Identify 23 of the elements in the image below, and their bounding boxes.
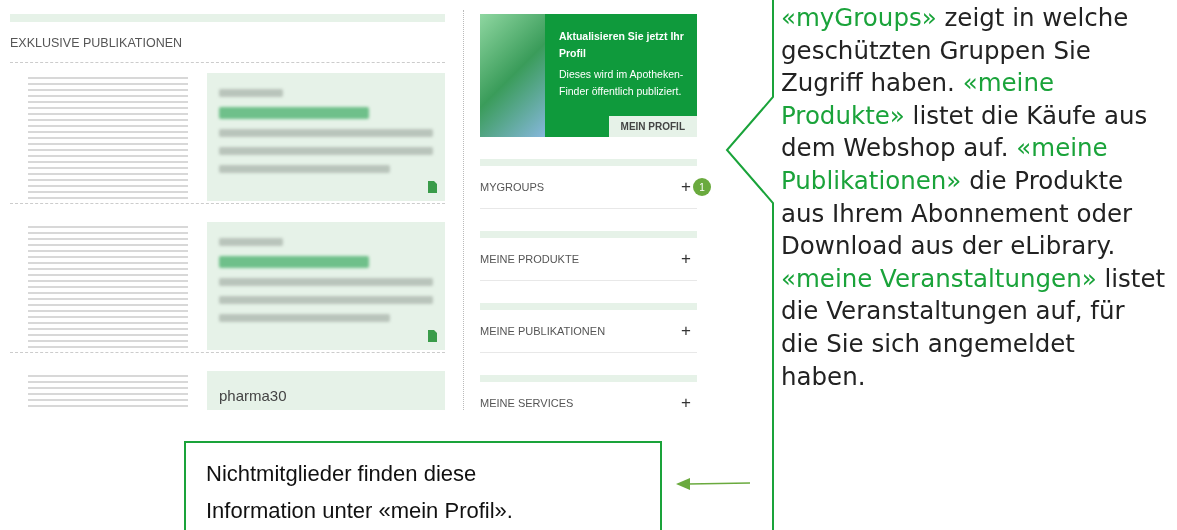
accordion-label[interactable]: MEINE SERVICES [480, 397, 682, 409]
count-badge: 1 [693, 178, 711, 196]
accordion-label[interactable]: MEINE PRODUKTE [480, 253, 682, 265]
blurred-label [219, 238, 284, 246]
accordion-label[interactable]: MYGROUPS [480, 181, 682, 193]
document-icon [428, 181, 437, 193]
promo-text: Dieses wird im Apotheken-Finder öffentlich publiziert. [559, 67, 685, 99]
section-title: EXKLUSIVE PUBLIKATIONEN [10, 36, 184, 50]
blurred-label [219, 89, 284, 97]
expand-toggle[interactable]: + [681, 177, 691, 197]
publication-card[interactable] [207, 73, 445, 201]
profile-button[interactable]: MEIN PROFIL [608, 116, 697, 137]
publication-card[interactable]: pharma30 [207, 371, 445, 410]
expand-toggle[interactable]: + [681, 249, 691, 269]
publication-label: pharma30 [219, 387, 288, 404]
accordion-label[interactable]: MEINE PUBLIKATIONEN [480, 325, 682, 337]
expand-toggle[interactable]: + [681, 321, 691, 341]
document-icon [428, 330, 437, 342]
expand-toggle[interactable]: + [681, 393, 691, 410]
callout-text: «myGroups» zeigt in welche geschützten Gruppen Sie Zugriff haben. «meine Produkte» listet die Käufe aus dem Webshop auf. «meine Publikationen» die Produkte aus Ihrem Abonnement oder Download aus der eLibrary. «meine Veranstaltungen» listet die Veranstaltungen auf, für die Sie sich angemeldet haben. [781, 2, 1166, 393]
callout-note: Nichtmitglieder finden diese Information unter «mein Profil». [184, 441, 662, 530]
promo-title: Aktualisieren Sie jetzt Ihr Profil [559, 29, 685, 61]
publication-card[interactable] [207, 222, 445, 350]
